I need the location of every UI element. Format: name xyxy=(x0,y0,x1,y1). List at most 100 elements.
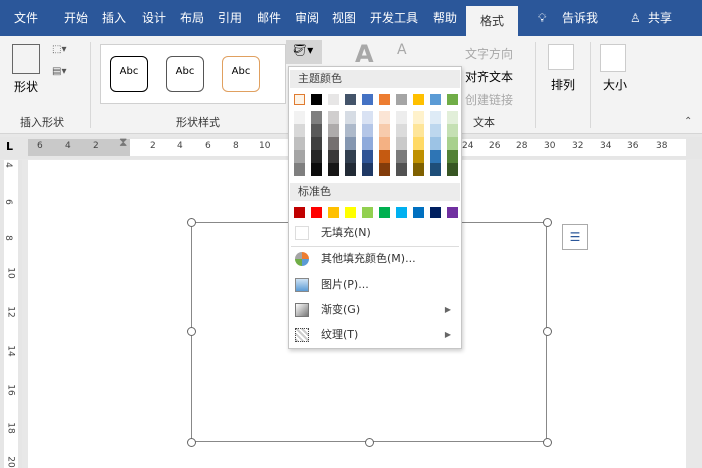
tab-layout[interactable]: 布局 xyxy=(180,0,204,36)
resize-handle[interactable] xyxy=(187,438,196,447)
no-fill-item[interactable]: 无填充(N) xyxy=(289,221,461,245)
standard-color-swatch[interactable] xyxy=(396,207,407,218)
share-button[interactable]: 共享 xyxy=(648,0,672,36)
tab-format[interactable]: 格式 xyxy=(466,6,519,36)
standard-color-swatch[interactable] xyxy=(447,207,458,218)
gradient-fill-item[interactable]: 渐变(G) ▶ xyxy=(289,298,461,322)
theme-shade-swatch[interactable] xyxy=(311,163,322,176)
picture-fill-item[interactable]: 图片(P)... xyxy=(289,273,461,297)
more-fill-colors-item[interactable]: 其他填充颜色(M)... xyxy=(289,247,461,271)
texture-fill-item[interactable]: 纹理(T) ▶ xyxy=(289,323,461,347)
theme-shade-swatch[interactable] xyxy=(345,150,356,163)
collapse-ribbon-icon[interactable]: ⌃ xyxy=(684,116,692,127)
theme-shade-swatch[interactable] xyxy=(362,150,373,163)
style-sample[interactable]: Abc xyxy=(222,56,260,92)
theme-shade-swatch[interactable] xyxy=(345,111,356,124)
theme-shade-swatch[interactable] xyxy=(396,124,407,137)
resize-handle[interactable] xyxy=(543,218,552,227)
theme-shade-swatch[interactable] xyxy=(413,150,424,163)
theme-shade-swatch[interactable] xyxy=(413,124,424,137)
theme-shade-swatch[interactable] xyxy=(294,124,305,137)
theme-shade-swatch[interactable] xyxy=(328,111,339,124)
tab-insert[interactable]: 插入 xyxy=(102,0,126,36)
style-sample[interactable]: Abc xyxy=(166,56,204,92)
theme-shade-swatch[interactable] xyxy=(379,124,390,137)
arrange-button[interactable]: 排列 xyxy=(551,76,575,93)
theme-shade-swatch[interactable] xyxy=(430,150,441,163)
theme-shade-swatch[interactable] xyxy=(379,150,390,163)
standard-color-swatch[interactable] xyxy=(311,207,322,218)
standard-color-swatch[interactable] xyxy=(294,207,305,218)
tab-design[interactable]: 设计 xyxy=(142,0,166,36)
tab-references[interactable]: 引用 xyxy=(218,0,242,36)
tab-file[interactable]: 文件 xyxy=(14,0,38,36)
theme-shade-swatch[interactable] xyxy=(396,111,407,124)
theme-shade-swatch[interactable] xyxy=(447,111,458,124)
theme-shade-swatch[interactable] xyxy=(379,163,390,176)
theme-shade-swatch[interactable] xyxy=(413,137,424,150)
theme-shade-swatch[interactable] xyxy=(396,137,407,150)
theme-color-swatch[interactable] xyxy=(430,94,441,105)
theme-shade-swatch[interactable] xyxy=(311,111,322,124)
resize-handle[interactable] xyxy=(187,327,196,336)
textbox-icon[interactable]: ▤▾ xyxy=(52,66,66,77)
indent-marker[interactable]: ⧗ xyxy=(119,135,127,150)
theme-shade-swatch[interactable] xyxy=(396,163,407,176)
theme-color-swatch[interactable] xyxy=(311,94,322,105)
layout-options-icon[interactable]: ☰ xyxy=(562,224,588,250)
tab-view[interactable]: 视图 xyxy=(332,0,356,36)
tab-home[interactable]: 开始 xyxy=(64,0,88,36)
edit-shape-icon[interactable]: ⬚▾ xyxy=(52,44,66,55)
theme-shade-swatch[interactable] xyxy=(328,137,339,150)
theme-color-swatch[interactable] xyxy=(328,94,339,105)
theme-shade-swatch[interactable] xyxy=(294,163,305,176)
theme-shade-swatch[interactable] xyxy=(447,163,458,176)
text-direction-button[interactable]: 文字方向 xyxy=(465,45,513,62)
style-sample[interactable]: Abc xyxy=(110,56,148,92)
tab-developer[interactable]: 开发工具 xyxy=(370,0,418,36)
theme-shade-swatch[interactable] xyxy=(447,150,458,163)
theme-color-swatch[interactable] xyxy=(379,94,390,105)
theme-shade-swatch[interactable] xyxy=(396,150,407,163)
tab-help[interactable]: 帮助 xyxy=(433,0,457,36)
shapes-icon[interactable] xyxy=(12,44,40,74)
theme-color-swatch[interactable] xyxy=(447,94,458,105)
tab-review[interactable]: 审阅 xyxy=(295,0,319,36)
standard-color-swatch[interactable] xyxy=(430,207,441,218)
theme-shade-swatch[interactable] xyxy=(328,163,339,176)
theme-shade-swatch[interactable] xyxy=(430,163,441,176)
size-button[interactable]: 大小 xyxy=(603,76,627,93)
theme-shade-swatch[interactable] xyxy=(311,124,322,137)
standard-color-swatch[interactable] xyxy=(345,207,356,218)
resize-handle[interactable] xyxy=(365,438,374,447)
theme-color-swatch[interactable] xyxy=(362,94,373,105)
resize-handle[interactable] xyxy=(543,438,552,447)
theme-shade-swatch[interactable] xyxy=(362,163,373,176)
theme-shade-swatch[interactable] xyxy=(430,124,441,137)
theme-shade-swatch[interactable] xyxy=(430,137,441,150)
theme-color-swatch[interactable] xyxy=(396,94,407,105)
vertical-ruler[interactable]: 4 6 8 10 12 14 16 18 20 xyxy=(0,160,22,468)
tell-me[interactable]: 告诉我 xyxy=(562,0,598,36)
theme-shade-swatch[interactable] xyxy=(413,111,424,124)
theme-shade-swatch[interactable] xyxy=(328,124,339,137)
theme-shade-swatch[interactable] xyxy=(311,150,322,163)
theme-color-swatch[interactable] xyxy=(413,94,424,105)
theme-shade-swatch[interactable] xyxy=(294,111,305,124)
theme-shade-swatch[interactable] xyxy=(294,150,305,163)
theme-shade-swatch[interactable] xyxy=(413,163,424,176)
create-link-button[interactable]: 创建链接 xyxy=(465,91,513,108)
theme-shade-swatch[interactable] xyxy=(447,137,458,150)
standard-color-swatch[interactable] xyxy=(379,207,390,218)
resize-handle[interactable] xyxy=(543,327,552,336)
theme-color-swatch[interactable] xyxy=(294,94,305,105)
align-text-button[interactable]: 对齐文本 xyxy=(465,68,513,85)
theme-color-swatch[interactable] xyxy=(345,94,356,105)
theme-shade-swatch[interactable] xyxy=(345,124,356,137)
standard-color-swatch[interactable] xyxy=(413,207,424,218)
theme-shade-swatch[interactable] xyxy=(447,124,458,137)
resize-handle[interactable] xyxy=(187,218,196,227)
theme-shade-swatch[interactable] xyxy=(379,111,390,124)
theme-shade-swatch[interactable] xyxy=(345,137,356,150)
tab-mailings[interactable]: 邮件 xyxy=(257,0,281,36)
